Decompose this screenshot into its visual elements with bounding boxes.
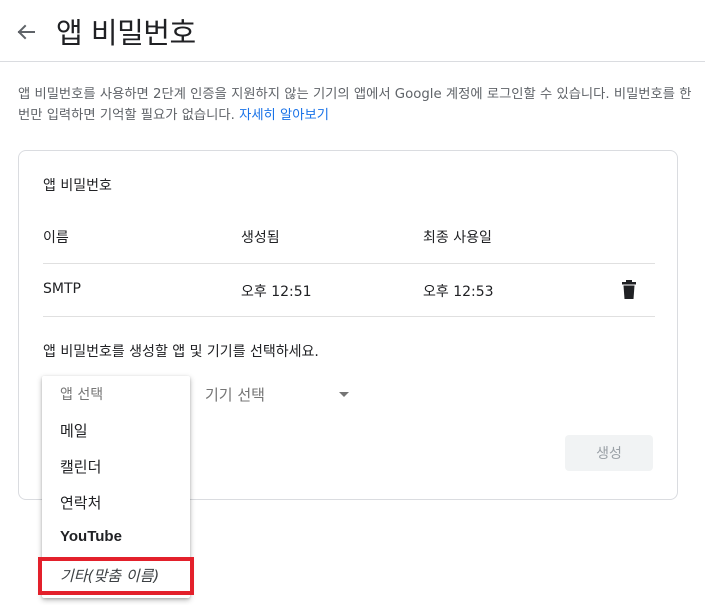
menu-item-calendar[interactable]: 캘린더 bbox=[42, 448, 190, 482]
menu-item-select-app[interactable]: 앱 선택 bbox=[42, 376, 190, 410]
column-header-name: 이름 bbox=[43, 230, 69, 246]
arrow-left-icon bbox=[17, 24, 35, 40]
column-header-last-used: 최종 사용일 bbox=[423, 230, 492, 246]
divider bbox=[43, 316, 655, 317]
device-select-value: 기기 선택 bbox=[205, 386, 265, 404]
menu-item-label: 앱 선택 bbox=[60, 387, 104, 403]
description: 앱 비밀번호를 사용하면 2단계 인증을 지원하지 않는 기기의 앱에서 Goo… bbox=[18, 84, 698, 126]
back-button[interactable] bbox=[12, 18, 40, 46]
menu-item-contacts[interactable]: 연락처 bbox=[42, 484, 190, 518]
menu-item-label: 캘린더 bbox=[60, 458, 102, 476]
row-last-used: 오후 12:53 bbox=[423, 284, 494, 300]
learn-more-link[interactable]: 자세히 알아보기 bbox=[239, 108, 329, 123]
instruction-text: 앱 비밀번호를 생성할 앱 및 기기를 선택하세요. bbox=[43, 344, 319, 360]
menu-item-youtube[interactable]: YouTube bbox=[42, 520, 190, 554]
menu-item-other-custom[interactable]: 기타(맞춤 이름) bbox=[42, 557, 190, 591]
menu-item-label: YouTube bbox=[60, 528, 122, 545]
description-text: 앱 비밀번호를 사용하면 2단계 인증을 지원하지 않는 기기의 앱에서 Goo… bbox=[18, 87, 692, 123]
menu-item-label: 연락처 bbox=[60, 494, 102, 512]
page-title: 앱 비밀번호 bbox=[56, 16, 196, 50]
column-header-created: 생성됨 bbox=[241, 230, 280, 246]
menu-item-mail[interactable]: 메일 bbox=[42, 412, 190, 446]
menu-item-label: 기타(맞춤 이름) bbox=[60, 567, 160, 585]
row-name: SMTP bbox=[43, 281, 81, 297]
delete-button[interactable] bbox=[619, 279, 639, 301]
card-title: 앱 비밀번호 bbox=[43, 178, 112, 194]
divider bbox=[43, 263, 655, 264]
caret-down-icon bbox=[339, 392, 349, 397]
device-select[interactable]: 기기 선택 bbox=[205, 379, 355, 409]
menu-item-label: 메일 bbox=[60, 422, 88, 440]
row-created: 오후 12:51 bbox=[241, 284, 312, 300]
generate-button[interactable]: 생성 bbox=[565, 435, 653, 471]
app-select-menu: 앱 선택 메일 캘린더 연락처 YouTube 기타(맞춤 이름) bbox=[42, 376, 190, 598]
page-header: 앱 비밀번호 bbox=[0, 0, 705, 62]
trash-icon bbox=[622, 280, 636, 299]
